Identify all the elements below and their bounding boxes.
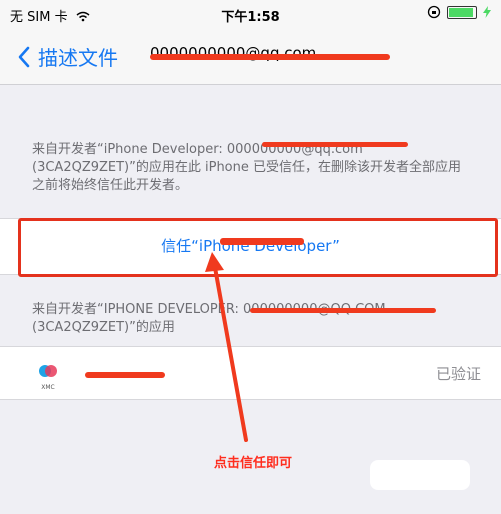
verified-status: 已验证	[435, 365, 481, 383]
back-label: 描述文件	[38, 46, 118, 70]
annotation-hint: 点击信任即可	[214, 456, 293, 471]
highlight-box	[18, 218, 498, 277]
redaction-mark	[85, 372, 165, 378]
back-button[interactable]: 描述文件	[18, 42, 118, 71]
app-row[interactable]: XMC 已验证	[0, 346, 501, 400]
charging-icon	[483, 6, 491, 18]
watermark-blur	[370, 460, 470, 490]
apps-section-header: 来自开发者“IPHONE DEVELOPER: 000000000@QQ.COM…	[32, 302, 386, 335]
status-right	[427, 5, 491, 19]
status-bar: 无 SIM 卡 下午1:58	[0, 0, 501, 28]
redaction-mark	[250, 308, 436, 313]
developer-trust-note: 来自开发者“iPhone Developer: 000000000@qq.com…	[32, 142, 462, 193]
battery-icon	[447, 5, 477, 19]
app-icon-text: XMC	[41, 384, 54, 391]
redaction-mark	[150, 54, 390, 60]
redaction-mark	[262, 142, 408, 147]
rotation-lock-icon	[427, 5, 441, 19]
navigation-bar: 描述文件 0000000000@qq.com	[0, 28, 501, 85]
app-icon: XMC	[30, 361, 66, 391]
status-time: 下午1:58	[221, 10, 280, 25]
chevron-left-icon	[18, 46, 30, 67]
